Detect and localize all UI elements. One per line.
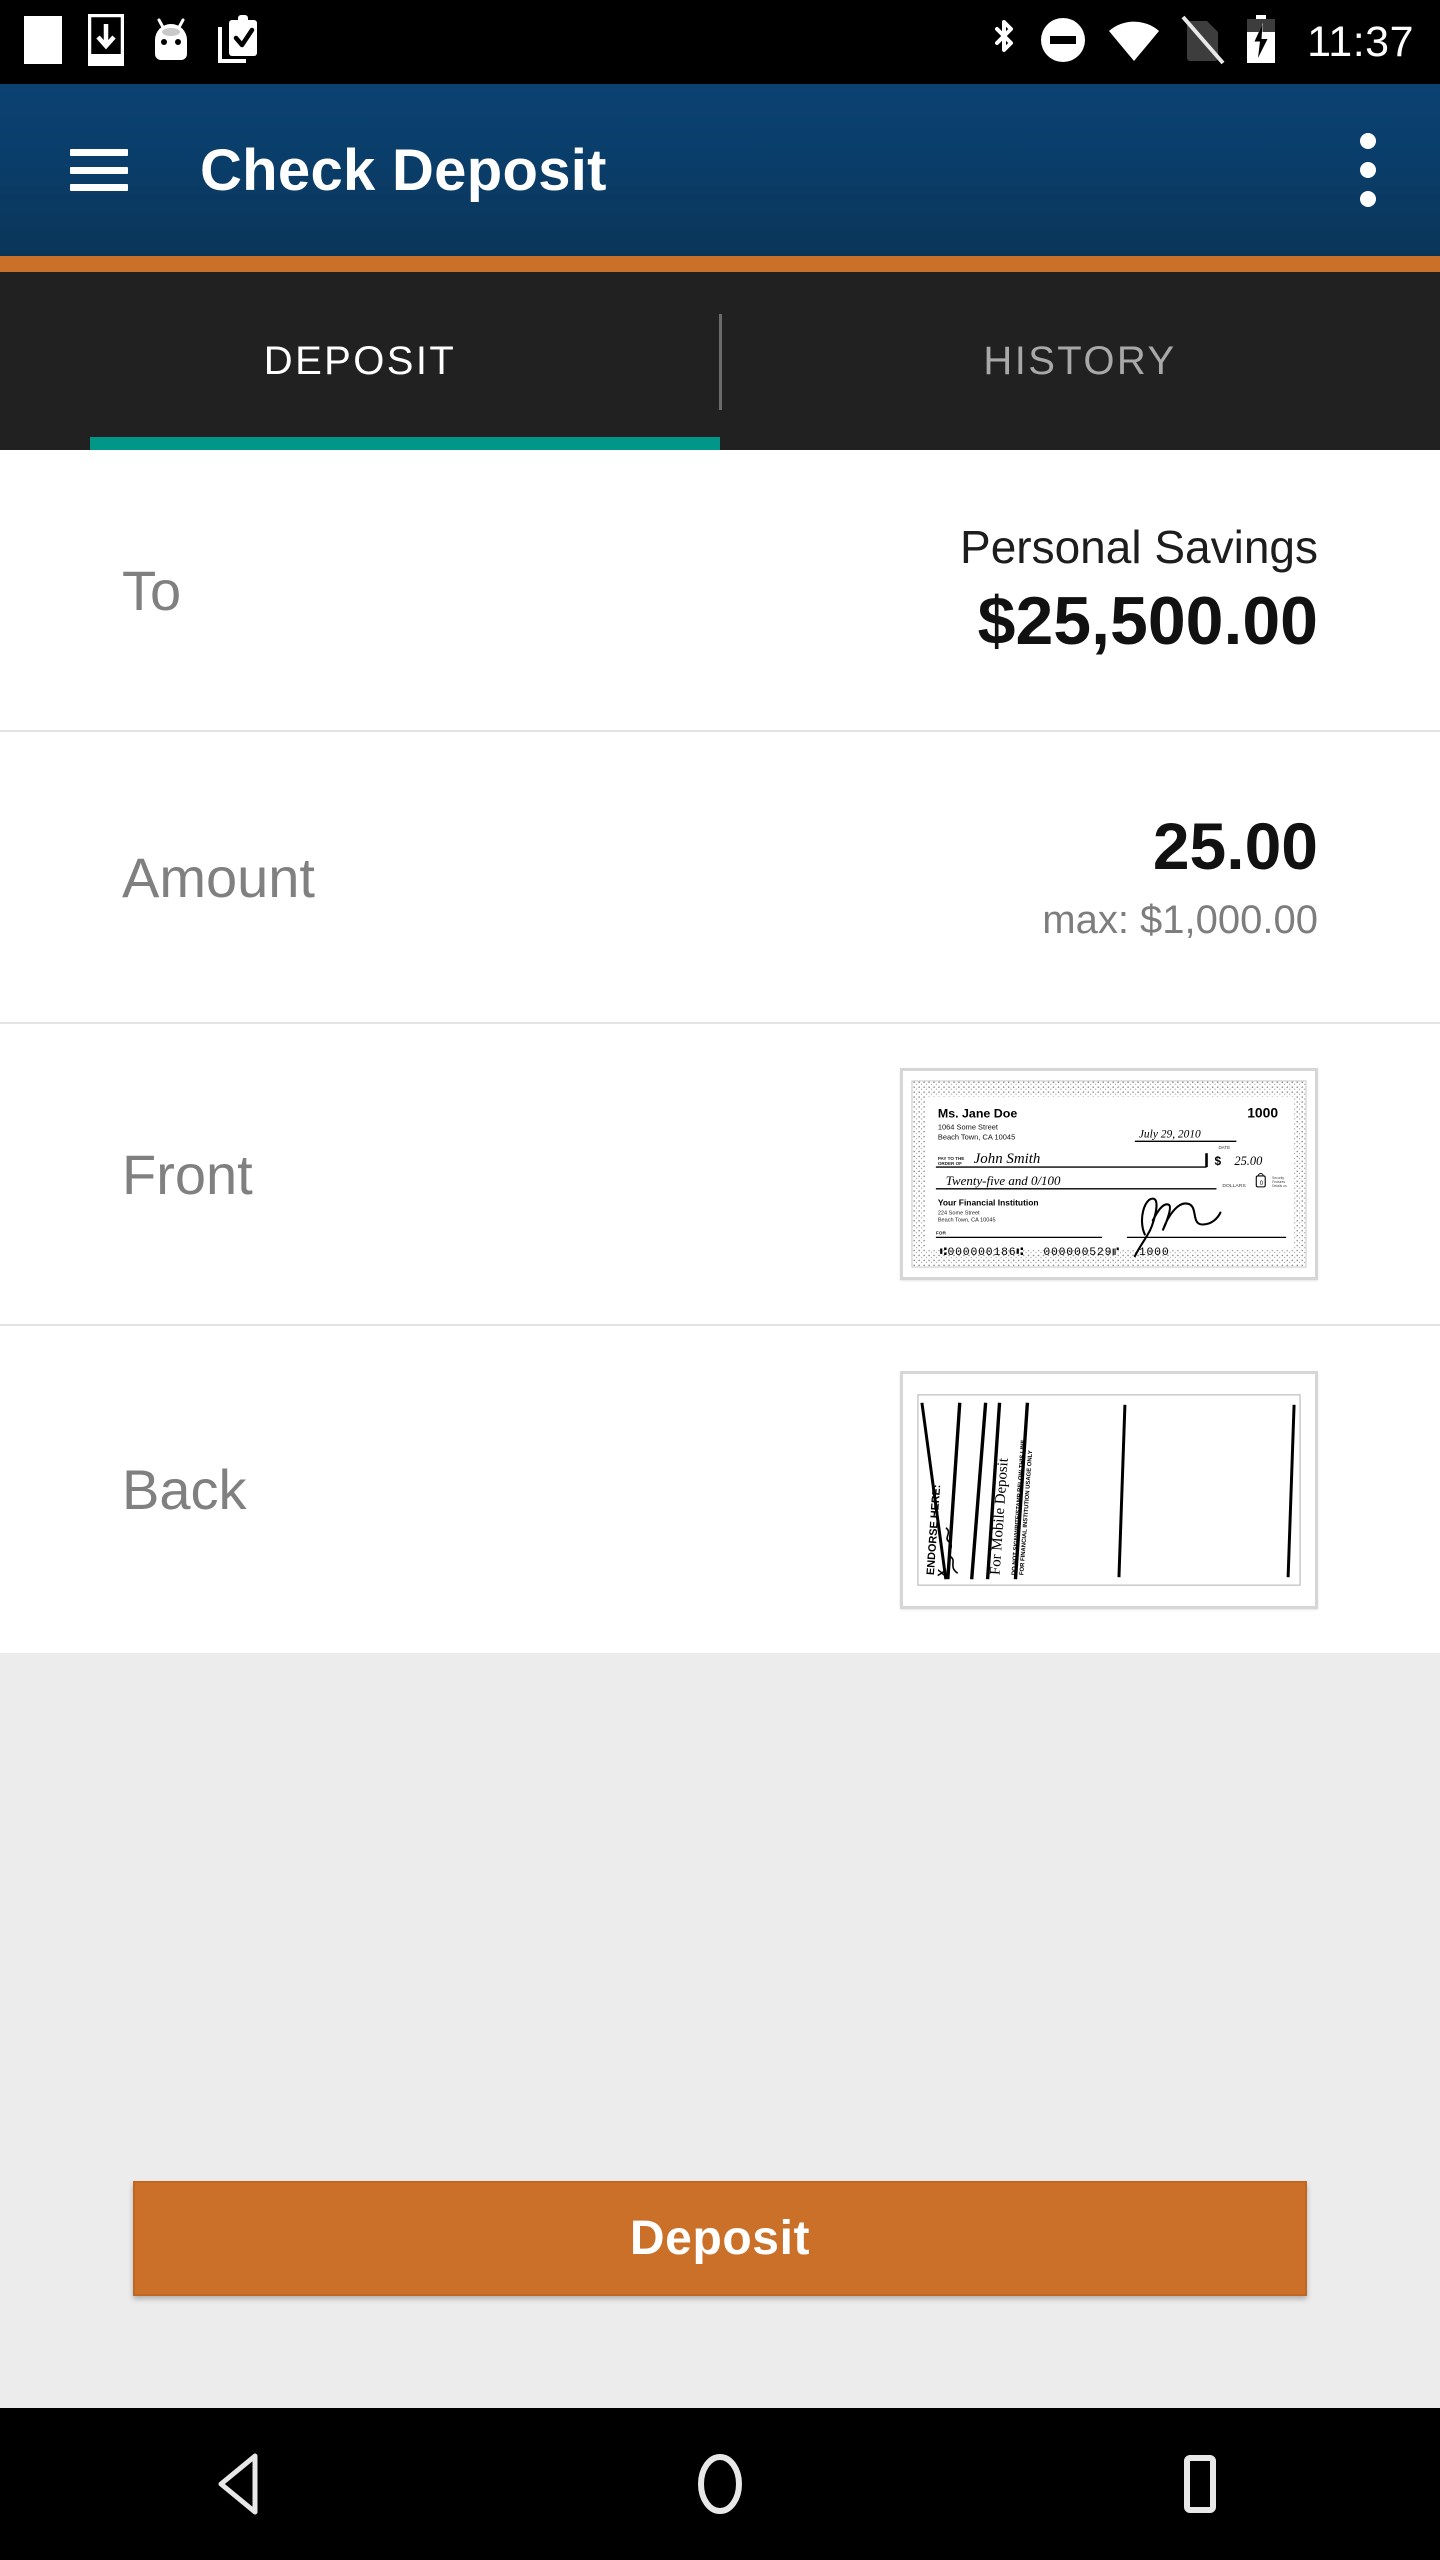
deposit-button[interactable]: Deposit — [133, 2181, 1307, 2296]
deposit-button-label: Deposit — [629, 2212, 811, 2265]
svg-text:Details on: Details on — [1272, 1184, 1287, 1188]
svg-text:John Smith: John Smith — [974, 1151, 1041, 1167]
amount-max-hint: max: $1,000.00 — [1042, 898, 1318, 943]
back-triangle-icon[interactable] — [175, 2419, 305, 2549]
page-title: Check Deposit — [200, 137, 607, 203]
tab-bar: DEPOSIT HISTORY — [0, 272, 1440, 450]
check-front-thumbnail[interactable]: Ms. Jane Doe 1064 Some Street Beach Town… — [900, 1068, 1318, 1280]
tab-history[interactable]: HISTORY — [720, 272, 1440, 450]
status-bar-left-icons — [0, 13, 260, 71]
svg-text:Your Financial Institution: Your Financial Institution — [938, 1198, 1039, 1208]
do-not-disturb-icon — [1039, 16, 1087, 69]
recents-square-icon[interactable] — [1135, 2419, 1265, 2549]
svg-text:DATE: DATE — [1218, 1145, 1230, 1150]
android-robot-icon — [150, 16, 192, 69]
status-bar-right-icons: 11:37 — [989, 14, 1440, 70]
svg-text:224 Some Street: 224 Some Street — [938, 1211, 980, 1217]
home-circle-icon[interactable] — [655, 2419, 785, 2549]
svg-text:July 29, 2010: July 29, 2010 — [1139, 1128, 1201, 1140]
hamburger-menu-icon[interactable] — [70, 149, 128, 191]
overflow-menu-icon[interactable] — [1358, 133, 1378, 207]
svg-text:1064 Some Street: 1064 Some Street — [938, 1122, 999, 1131]
to-account-balance: $25,500.00 — [977, 582, 1318, 659]
svg-text:⑆000000186⑆: ⑆000000186⑆ — [940, 1247, 1024, 1259]
svg-text:25.00: 25.00 — [1234, 1154, 1263, 1168]
no-sim-card-icon — [1181, 15, 1225, 70]
svg-text:000000529⑈: 000000529⑈ — [1043, 1247, 1120, 1259]
svg-text:Ms. Jane Doe: Ms. Jane Doe — [938, 1107, 1018, 1121]
status-bar: 11:37 — [0, 0, 1440, 84]
form-row-back[interactable]: Back ENDORSE HERE: X For Mobile Deposit … — [0, 1326, 1440, 1653]
check-back-thumbnail[interactable]: ENDORSE HERE: X For Mobile Deposit DO NO… — [900, 1370, 1318, 1609]
check-front-image: Ms. Jane Doe 1064 Some Street Beach Town… — [908, 1076, 1310, 1272]
back-image-group: ENDORSE HERE: X For Mobile Deposit DO NO… — [900, 1370, 1318, 1609]
front-label: Front — [122, 1142, 253, 1206]
tab-separator — [719, 314, 722, 410]
tab-history-label: HISTORY — [983, 338, 1177, 383]
status-bar-clock: 11:37 — [1307, 17, 1414, 66]
download-to-phone-icon — [87, 13, 125, 71]
svg-text:X: X — [935, 1568, 950, 1577]
svg-text:FOR: FOR — [936, 1230, 947, 1236]
to-label: To — [122, 558, 182, 622]
tab-active-indicator — [90, 437, 720, 450]
form-row-front[interactable]: Front Ms. Jane Doe 1064 Some Street Beac… — [0, 1024, 1440, 1326]
to-value-group: Personal Savings $25,500.00 — [960, 519, 1318, 661]
clipboard-check-icon — [218, 14, 260, 70]
svg-text:Beach Town, CA 10045: Beach Town, CA 10045 — [938, 1132, 1015, 1141]
phone-screen: 11:37 Check Deposit DEPOSIT HISTORY To P… — [0, 0, 1440, 2560]
svg-text:DOLLARS: DOLLARS — [1222, 1183, 1246, 1189]
svg-text:1000: 1000 — [1139, 1247, 1170, 1259]
svg-text:1000: 1000 — [1247, 1105, 1278, 1121]
tab-deposit-label: DEPOSIT — [263, 338, 457, 383]
app-bar: Check Deposit — [0, 84, 1440, 256]
front-image-group: Ms. Jane Doe 1064 Some Street Beach Town… — [900, 1068, 1318, 1280]
form-row-amount[interactable]: Amount 25.00 max: $1,000.00 — [0, 732, 1440, 1024]
amount-label: Amount — [122, 845, 315, 909]
amount-value-group: 25.00 max: $1,000.00 — [1042, 810, 1318, 945]
tab-deposit[interactable]: DEPOSIT — [0, 272, 720, 450]
bluetooth-icon — [989, 17, 1019, 68]
battery-charging-icon — [1245, 14, 1277, 70]
check-back-image: ENDORSE HERE: X For Mobile Deposit DO NO… — [908, 1378, 1310, 1601]
form-row-to[interactable]: To Personal Savings $25,500.00 — [0, 450, 1440, 732]
to-account-name: Personal Savings — [960, 521, 1318, 574]
android-navigation-bar — [0, 2408, 1440, 2560]
wifi-icon — [1107, 17, 1161, 68]
back-label: Back — [122, 1458, 247, 1521]
deposit-form: To Personal Savings $25,500.00 Amount 25… — [0, 450, 1440, 1653]
blank-notification-icon — [24, 15, 62, 69]
svg-text:Twenty-five and 0/100: Twenty-five and 0/100 — [946, 1174, 1061, 1188]
svg-text:ORDER OF: ORDER OF — [938, 1161, 962, 1166]
svg-text:Beach Town, CA 10045: Beach Town, CA 10045 — [938, 1218, 996, 1224]
accent-divider — [0, 256, 1440, 272]
svg-text:$: $ — [1214, 1154, 1221, 1168]
amount-input[interactable]: 25.00 — [1153, 810, 1318, 883]
